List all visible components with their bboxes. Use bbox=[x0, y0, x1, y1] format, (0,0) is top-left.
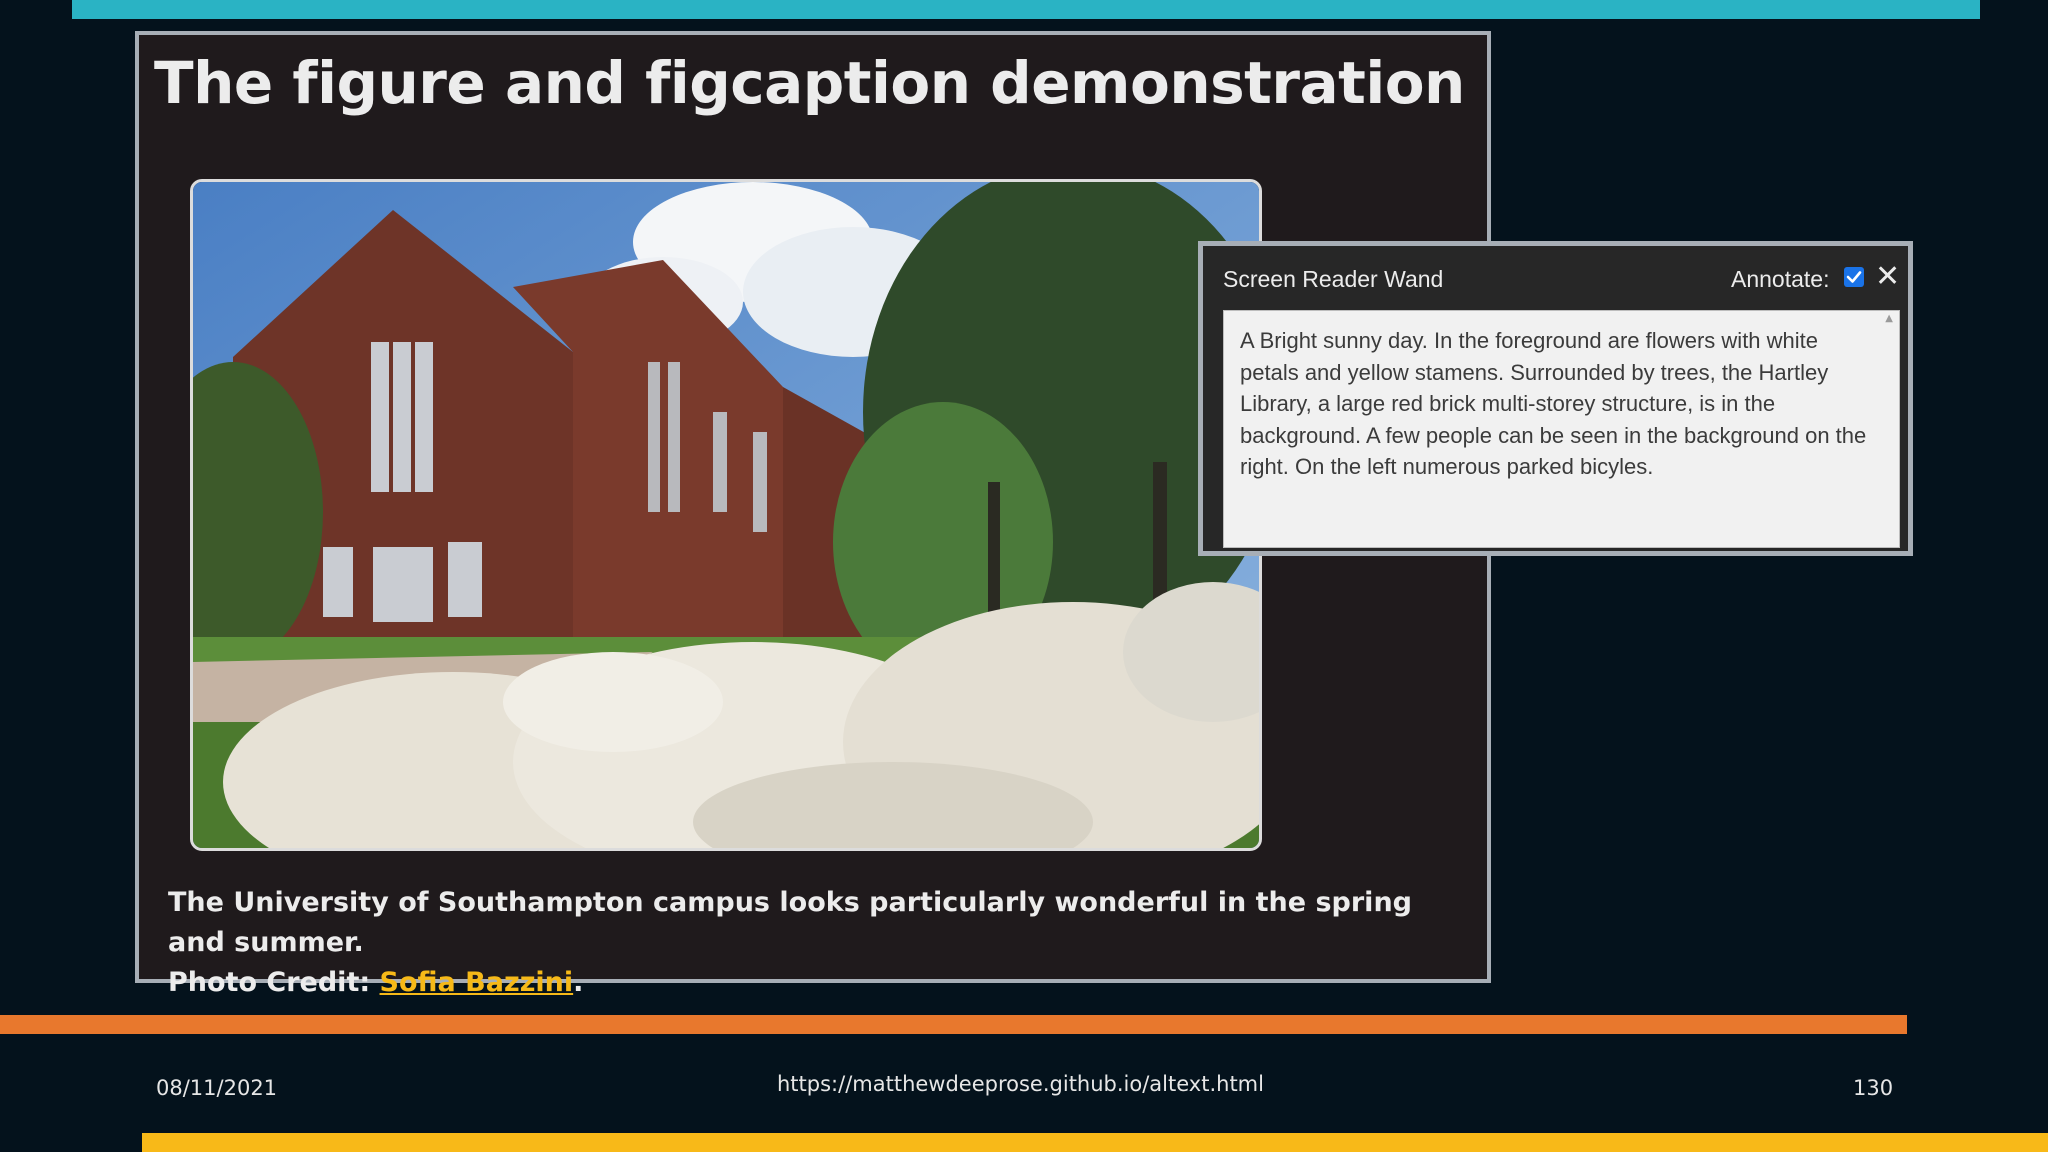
credit-prefix: Photo Credit: bbox=[168, 967, 380, 998]
footer-url: https://matthewdeeprose.github.io/altext… bbox=[777, 1072, 1264, 1096]
slide-title: The figure and figcaption demonstration bbox=[154, 49, 1465, 117]
alt-text-description: A Bright sunny day. In the foreground ar… bbox=[1240, 328, 1867, 479]
orange-accent-bar bbox=[0, 1015, 1907, 1034]
annotate-checkbox[interactable] bbox=[1844, 267, 1864, 287]
page-number: 130 bbox=[1853, 1076, 1894, 1100]
photo-credit-link[interactable]: Sofia Bazzini bbox=[380, 967, 574, 998]
alt-text-box[interactable]: ▲ A Bright sunny day. In the foreground … bbox=[1223, 310, 1900, 548]
campus-photo bbox=[190, 179, 1262, 851]
wand-title: Screen Reader Wand bbox=[1223, 266, 1444, 292]
scroll-up-arrow-icon[interactable]: ▲ bbox=[1885, 313, 1893, 324]
credit-suffix: . bbox=[573, 967, 584, 998]
caption-text: The University of Southampton campus loo… bbox=[168, 887, 1412, 958]
checkmark-icon bbox=[1846, 271, 1862, 283]
yellow-accent-bar bbox=[142, 1133, 2048, 1152]
annotate-label: Annotate: bbox=[1731, 266, 1830, 292]
figure-caption: The University of Southampton campus loo… bbox=[168, 883, 1478, 1003]
footer-date: 08/11/2021 bbox=[156, 1076, 278, 1100]
close-icon[interactable]: ✕ bbox=[1875, 259, 1900, 295]
top-accent-bar bbox=[72, 0, 1980, 19]
screen-reader-wand-panel: Screen Reader Wand Annotate: ✕ ▲ A Brigh… bbox=[1198, 241, 1913, 556]
